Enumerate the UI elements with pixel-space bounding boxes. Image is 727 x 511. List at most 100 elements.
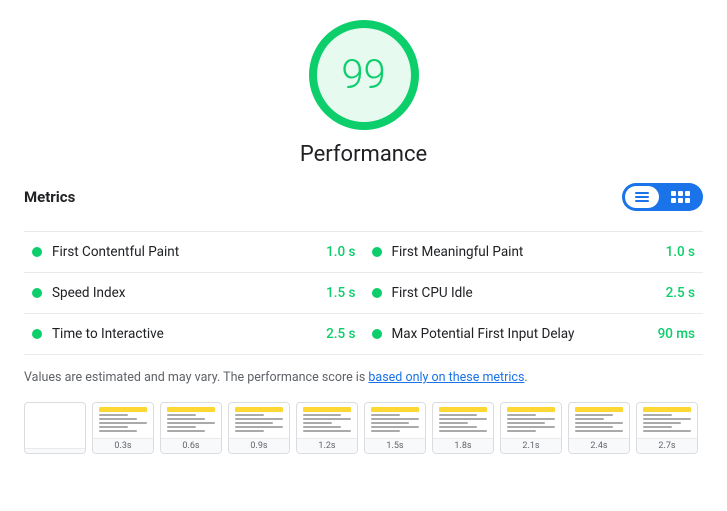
metrics-grid: First Contentful Paint 1.0 s First Meani… — [24, 231, 703, 355]
score-label: Performance — [300, 142, 427, 167]
page-line — [99, 414, 128, 416]
metric-dot — [32, 288, 42, 298]
page-line — [303, 418, 351, 420]
metric-row: First CPU Idle 2.5 s — [364, 273, 704, 314]
metric-dot — [372, 247, 382, 257]
frame-content — [229, 403, 289, 438]
page-line — [643, 426, 672, 428]
page-line — [371, 418, 419, 420]
page-line — [507, 426, 555, 428]
page-line — [99, 407, 147, 412]
metric-value: 1.0 s — [326, 244, 355, 260]
page-line — [303, 430, 351, 432]
metric-value: 90 ms — [658, 326, 695, 342]
filmstrip-frame: 0.9s — [228, 402, 290, 454]
metric-row: Max Potential First Input Delay 90 ms — [364, 314, 704, 355]
metric-dot — [372, 288, 382, 298]
metrics-title: Metrics — [24, 188, 75, 206]
metric-name: Max Potential First Input Delay — [392, 326, 650, 342]
page-line — [439, 430, 487, 432]
page-lines — [167, 407, 215, 434]
list-view-button[interactable] — [625, 186, 659, 208]
filmstrip-frame: 0.6s — [160, 402, 222, 454]
frame-content — [161, 403, 221, 438]
page-line — [643, 407, 691, 412]
page-line — [439, 407, 487, 412]
page-line — [439, 426, 477, 428]
page-line — [371, 414, 400, 416]
page-line — [371, 407, 419, 412]
page-line — [575, 407, 623, 412]
frame-timestamp: 1.2s — [297, 438, 357, 453]
filmstrip-frame: 1.5s — [364, 402, 426, 454]
page-line — [371, 422, 409, 424]
page-line — [235, 426, 283, 428]
frame-content — [637, 403, 697, 438]
frame-timestamp: 2.4s — [569, 438, 629, 453]
page-line — [439, 418, 487, 420]
page-line — [235, 418, 283, 420]
metric-name: First Contentful Paint — [52, 244, 318, 260]
metric-value: 1.5 s — [326, 285, 355, 301]
frame-timestamp: 0.6s — [161, 438, 221, 453]
page-line — [575, 422, 623, 424]
score-value: 99 — [341, 55, 385, 95]
metrics-link[interactable]: based only on these metrics — [368, 370, 524, 385]
page-line — [439, 422, 468, 424]
metric-value: 1.0 s — [666, 244, 695, 260]
page-line — [643, 422, 681, 424]
footer-note: Values are estimated and may vary. The p… — [24, 369, 703, 388]
metric-name: First Meaningful Paint — [392, 244, 658, 260]
page-line — [99, 426, 128, 428]
frame-timestamp: 2.7s — [637, 438, 697, 453]
filmstrip-frame: 2.1s — [500, 402, 562, 454]
frame-content — [93, 403, 153, 438]
score-section: 99 Performance — [24, 20, 703, 167]
filmstrip-frame — [24, 402, 86, 454]
page-line — [235, 422, 273, 424]
filmstrip-frame: 2.4s — [568, 402, 630, 454]
frame-timestamp: 0.9s — [229, 438, 289, 453]
page-line — [507, 407, 555, 412]
page-line — [235, 407, 283, 412]
page-line — [575, 430, 623, 432]
page-line — [643, 418, 691, 420]
page-line — [303, 426, 341, 428]
grid-view-button[interactable] — [661, 186, 700, 208]
page-line — [439, 414, 477, 416]
metric-value: 2.5 s — [666, 285, 695, 301]
page-line — [99, 418, 137, 420]
metric-dot — [372, 329, 382, 339]
frame-content — [433, 403, 493, 438]
metric-row: First Meaningful Paint 1.0 s — [364, 232, 704, 273]
page-lines — [575, 407, 623, 434]
metric-value: 2.5 s — [326, 326, 355, 342]
page-line — [235, 414, 264, 416]
page-line — [643, 414, 672, 416]
filmstrip-frame: 1.8s — [432, 402, 494, 454]
page-line — [99, 422, 147, 424]
page-line — [303, 407, 351, 412]
metrics-header: Metrics — [24, 183, 703, 219]
page-lines — [439, 407, 487, 434]
metric-row: First Contentful Paint 1.0 s — [24, 232, 364, 273]
page-lines — [507, 407, 555, 434]
page-lines — [303, 407, 351, 434]
page-line — [167, 426, 196, 428]
frame-content — [25, 403, 85, 448]
frame-timestamp: 2.1s — [501, 438, 561, 453]
page-lines — [99, 407, 147, 434]
page-lines — [235, 407, 283, 434]
footer-end: . — [524, 370, 527, 385]
page-lines — [643, 407, 691, 434]
page-line — [643, 430, 691, 432]
page-line — [507, 422, 545, 424]
frame-timestamp — [25, 448, 85, 453]
list-icon — [635, 192, 649, 202]
page-lines — [371, 407, 419, 434]
metric-name: Speed Index — [52, 285, 318, 301]
filmstrip: 0.3s 0.6s 0.9s — [24, 402, 703, 454]
metric-dot — [32, 247, 42, 257]
metric-dot — [32, 329, 42, 339]
page-line — [167, 418, 205, 420]
